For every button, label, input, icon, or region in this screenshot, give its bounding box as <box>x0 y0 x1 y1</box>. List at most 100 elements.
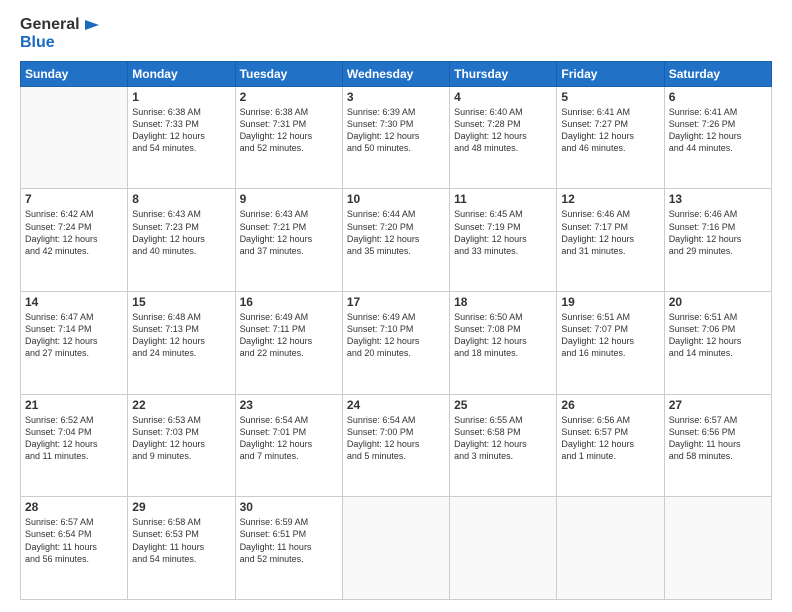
cell-info: Sunrise: 6:41 AM Sunset: 7:26 PM Dayligh… <box>669 106 767 155</box>
calendar-cell: 2 Sunrise: 6:38 AM Sunset: 7:31 PM Daylig… <box>235 86 342 189</box>
day-number: 16 <box>240 295 338 309</box>
calendar-cell: 9Sunrise: 6:43 AM Sunset: 7:21 PM Daylig… <box>235 189 342 292</box>
calendar-cell: 13 Sunrise: 6:46 AM Sunset: 7:16 PM Dayli… <box>664 189 771 292</box>
weekday-sunday: Sunday <box>21 61 128 86</box>
day-number: 22 <box>132 398 230 412</box>
day-number: 17 <box>347 295 445 309</box>
weekday-tuesday: Tuesday <box>235 61 342 86</box>
day-number: 15 <box>132 295 230 309</box>
day-number: 10 <box>347 192 445 206</box>
cell-info: Sunrise: 6:49 AM Sunset: 7:10 PM Dayligh… <box>347 311 445 360</box>
cell-info: Sunrise: 6:38 AM Sunset: 7:31 PM Dayligh… <box>240 106 338 155</box>
day-number: 21 <box>25 398 123 412</box>
cell-info: Sunrise: 6:38 AM Sunset: 7:33 PM Dayligh… <box>132 106 230 155</box>
day-number: 3 <box>347 90 445 104</box>
cell-info: Sunrise: 6:50 AM Sunset: 7:08 PM Dayligh… <box>454 311 552 360</box>
calendar-cell: 21 Sunrise: 6:52 AM Sunset: 7:04 PM Dayli… <box>21 394 128 497</box>
calendar-cell <box>342 497 449 600</box>
day-number: 29 <box>132 500 230 514</box>
day-number: 27 <box>669 398 767 412</box>
cell-info: Sunrise: 6:51 AM Sunset: 7:06 PM Dayligh… <box>669 311 767 360</box>
cell-info: Sunrise: 6:43 AM Sunset: 7:23 PM Dayligh… <box>132 208 230 257</box>
calendar-cell: 14 Sunrise: 6:47 AM Sunset: 7:14 PM Dayli… <box>21 292 128 395</box>
calendar-cell: 17 Sunrise: 6:49 AM Sunset: 7:10 PM Dayli… <box>342 292 449 395</box>
calendar-cell: 24 Sunrise: 6:54 AM Sunset: 7:00 PM Dayli… <box>342 394 449 497</box>
cell-info: Sunrise: 6:46 AM Sunset: 7:16 PM Dayligh… <box>669 208 767 257</box>
day-number: 26 <box>561 398 659 412</box>
calendar-cell <box>557 497 664 600</box>
day-number: 7 <box>25 192 123 206</box>
calendar-cell: 28 Sunrise: 6:57 AM Sunset: 6:54 PM Dayli… <box>21 497 128 600</box>
calendar-cell: 8Sunrise: 6:43 AM Sunset: 7:23 PM Daylig… <box>128 189 235 292</box>
day-number: 19 <box>561 295 659 309</box>
cell-info: Sunrise: 6:46 AM Sunset: 7:17 PM Dayligh… <box>561 208 659 257</box>
calendar-cell <box>664 497 771 600</box>
day-number: 28 <box>25 500 123 514</box>
cell-info: Sunrise: 6:59 AM Sunset: 6:51 PM Dayligh… <box>240 516 338 565</box>
logo: General Blue <box>20 16 99 53</box>
cell-info: Sunrise: 6:54 AM Sunset: 7:00 PM Dayligh… <box>347 414 445 463</box>
day-number: 2 <box>240 90 338 104</box>
weekday-saturday: Saturday <box>664 61 771 86</box>
cell-info: Sunrise: 6:44 AM Sunset: 7:20 PM Dayligh… <box>347 208 445 257</box>
calendar-cell: 27 Sunrise: 6:57 AM Sunset: 6:56 PM Dayli… <box>664 394 771 497</box>
calendar-cell: 7 Sunrise: 6:42 AM Sunset: 7:24 PM Daylig… <box>21 189 128 292</box>
cell-info: Sunrise: 6:51 AM Sunset: 7:07 PM Dayligh… <box>561 311 659 360</box>
cell-info: Sunrise: 6:54 AM Sunset: 7:01 PM Dayligh… <box>240 414 338 463</box>
cell-info: Sunrise: 6:57 AM Sunset: 6:56 PM Dayligh… <box>669 414 767 463</box>
calendar-cell: 25 Sunrise: 6:55 AM Sunset: 6:58 PM Dayli… <box>450 394 557 497</box>
weekday-thursday: Thursday <box>450 61 557 86</box>
calendar-cell <box>450 497 557 600</box>
calendar-cell: 19 Sunrise: 6:51 AM Sunset: 7:07 PM Dayli… <box>557 292 664 395</box>
cell-info: Sunrise: 6:58 AM Sunset: 6:53 PM Dayligh… <box>132 516 230 565</box>
day-number: 12 <box>561 192 659 206</box>
cell-info: Sunrise: 6:48 AM Sunset: 7:13 PM Dayligh… <box>132 311 230 360</box>
weekday-monday: Monday <box>128 61 235 86</box>
cell-info: Sunrise: 6:55 AM Sunset: 6:58 PM Dayligh… <box>454 414 552 463</box>
calendar-cell: 3 Sunrise: 6:39 AM Sunset: 7:30 PM Daylig… <box>342 86 449 189</box>
calendar-cell <box>21 86 128 189</box>
calendar-cell: 22 Sunrise: 6:53 AM Sunset: 7:03 PM Dayli… <box>128 394 235 497</box>
cell-info: Sunrise: 6:49 AM Sunset: 7:11 PM Dayligh… <box>240 311 338 360</box>
cell-info: Sunrise: 6:40 AM Sunset: 7:28 PM Dayligh… <box>454 106 552 155</box>
cell-info: Sunrise: 6:52 AM Sunset: 7:04 PM Dayligh… <box>25 414 123 463</box>
day-number: 25 <box>454 398 552 412</box>
cell-info: Sunrise: 6:57 AM Sunset: 6:54 PM Dayligh… <box>25 516 123 565</box>
day-number: 5 <box>561 90 659 104</box>
day-number: 24 <box>347 398 445 412</box>
cell-info: Sunrise: 6:56 AM Sunset: 6:57 PM Dayligh… <box>561 414 659 463</box>
cell-info: Sunrise: 6:42 AM Sunset: 7:24 PM Dayligh… <box>25 208 123 257</box>
weekday-friday: Friday <box>557 61 664 86</box>
day-number: 1 <box>132 90 230 104</box>
calendar: SundayMondayTuesdayWednesdayThursdayFrid… <box>20 61 772 600</box>
calendar-cell: 30 Sunrise: 6:59 AM Sunset: 6:51 PM Dayli… <box>235 497 342 600</box>
day-number: 11 <box>454 192 552 206</box>
calendar-cell: 18 Sunrise: 6:50 AM Sunset: 7:08 PM Dayli… <box>450 292 557 395</box>
calendar-cell: 4 Sunrise: 6:40 AM Sunset: 7:28 PM Daylig… <box>450 86 557 189</box>
day-number: 23 <box>240 398 338 412</box>
day-number: 9 <box>240 192 338 206</box>
calendar-cell: 16 Sunrise: 6:49 AM Sunset: 7:11 PM Dayli… <box>235 292 342 395</box>
calendar-cell: 1 Sunrise: 6:38 AM Sunset: 7:33 PM Daylig… <box>128 86 235 189</box>
calendar-cell: 23 Sunrise: 6:54 AM Sunset: 7:01 PM Dayli… <box>235 394 342 497</box>
day-number: 18 <box>454 295 552 309</box>
calendar-cell: 6 Sunrise: 6:41 AM Sunset: 7:26 PM Daylig… <box>664 86 771 189</box>
calendar-cell: 11 Sunrise: 6:45 AM Sunset: 7:19 PM Dayli… <box>450 189 557 292</box>
day-number: 13 <box>669 192 767 206</box>
cell-info: Sunrise: 6:47 AM Sunset: 7:14 PM Dayligh… <box>25 311 123 360</box>
calendar-cell: 15 Sunrise: 6:48 AM Sunset: 7:13 PM Dayli… <box>128 292 235 395</box>
day-number: 14 <box>25 295 123 309</box>
cell-info: Sunrise: 6:39 AM Sunset: 7:30 PM Dayligh… <box>347 106 445 155</box>
cell-info: Sunrise: 6:45 AM Sunset: 7:19 PM Dayligh… <box>454 208 552 257</box>
calendar-cell: 10 Sunrise: 6:44 AM Sunset: 7:20 PM Dayli… <box>342 189 449 292</box>
day-number: 4 <box>454 90 552 104</box>
cell-info: Sunrise: 6:41 AM Sunset: 7:27 PM Dayligh… <box>561 106 659 155</box>
cell-info: Sunrise: 6:53 AM Sunset: 7:03 PM Dayligh… <box>132 414 230 463</box>
day-number: 20 <box>669 295 767 309</box>
day-number: 30 <box>240 500 338 514</box>
calendar-cell: 29 Sunrise: 6:58 AM Sunset: 6:53 PM Dayli… <box>128 497 235 600</box>
calendar-cell: 20 Sunrise: 6:51 AM Sunset: 7:06 PM Dayli… <box>664 292 771 395</box>
day-number: 6 <box>669 90 767 104</box>
weekday-wednesday: Wednesday <box>342 61 449 86</box>
calendar-cell: 26 Sunrise: 6:56 AM Sunset: 6:57 PM Dayli… <box>557 394 664 497</box>
